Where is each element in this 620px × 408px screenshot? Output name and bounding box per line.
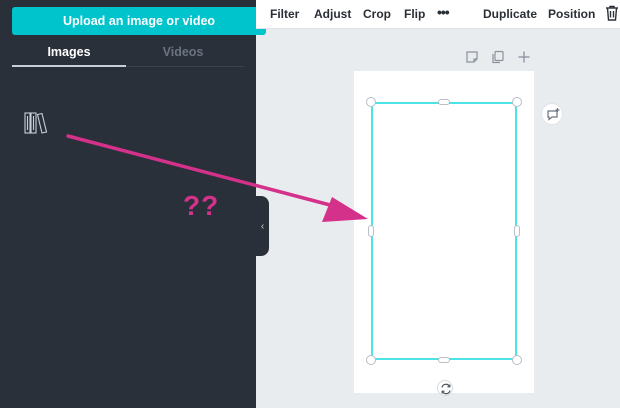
trash-icon[interactable] [605,5,619,21]
note-icon[interactable] [465,50,479,64]
active-tab-indicator [12,65,126,67]
rotate-button[interactable] [437,380,453,396]
flip-button[interactable]: Flip [404,7,425,21]
resize-handle-top-left[interactable] [366,97,376,107]
annotation-question-marks: ?? [183,190,220,221]
crop-button[interactable]: Crop [363,7,391,21]
rotate-icon [441,383,451,395]
duplicate-page-icon[interactable] [491,50,505,64]
collapse-panel-button[interactable]: ‹ [256,196,269,256]
adjust-button[interactable]: Adjust [314,7,351,21]
tab-videos[interactable]: Videos [126,45,240,59]
resize-handle-right[interactable] [514,225,520,237]
resize-handle-left[interactable] [368,225,374,237]
position-button[interactable]: Position [548,7,595,21]
more-options-button[interactable]: ••• [437,4,450,20]
tab-images[interactable]: Images [12,45,126,59]
upload-button[interactable]: Upload an image or video [12,7,266,35]
resize-handle-bottom-right[interactable] [512,355,522,365]
filter-button[interactable]: Filter [270,7,299,21]
resize-handle-top[interactable] [438,99,450,105]
resize-handle-top-right[interactable] [512,97,522,107]
add-page-icon[interactable] [517,50,531,64]
tab-divider [126,66,244,67]
comment-icon [547,108,560,121]
chevron-left-icon: ‹ [260,220,265,232]
resize-handle-bottom-left[interactable] [366,355,376,365]
duplicate-button[interactable]: Duplicate [483,7,537,21]
comment-button[interactable] [541,103,563,125]
resize-handle-bottom[interactable] [438,357,450,363]
media-library-icon [24,112,48,134]
selection-frame[interactable] [371,102,517,360]
